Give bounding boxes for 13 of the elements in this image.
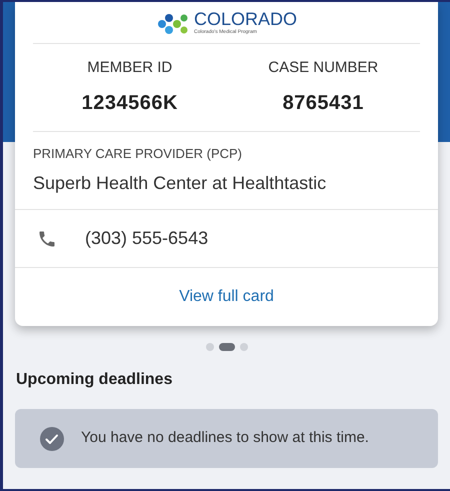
field-value: 8765431 [282,90,364,116]
empty-state-message: You have no deadlines to show at this time. [81,428,369,448]
field-label: MEMBER ID [87,58,172,78]
pcp-name: Superb Health Center at Healthtastic [33,172,328,195]
phone-number[interactable]: (303) 555-6543 [85,225,208,252]
section-heading: Upcoming deadlines [16,370,174,390]
phone-icon [37,228,57,248]
view-full-card-link[interactable]: View full card [179,285,274,309]
field-label: CASE NUMBER [268,58,378,78]
field-value: 1234566K [82,90,178,116]
logo-name: COLORADO [194,10,298,28]
check-circle-icon [39,426,65,452]
pcp-label: PRIMARY CARE PROVIDER (PCP) [33,145,244,164]
